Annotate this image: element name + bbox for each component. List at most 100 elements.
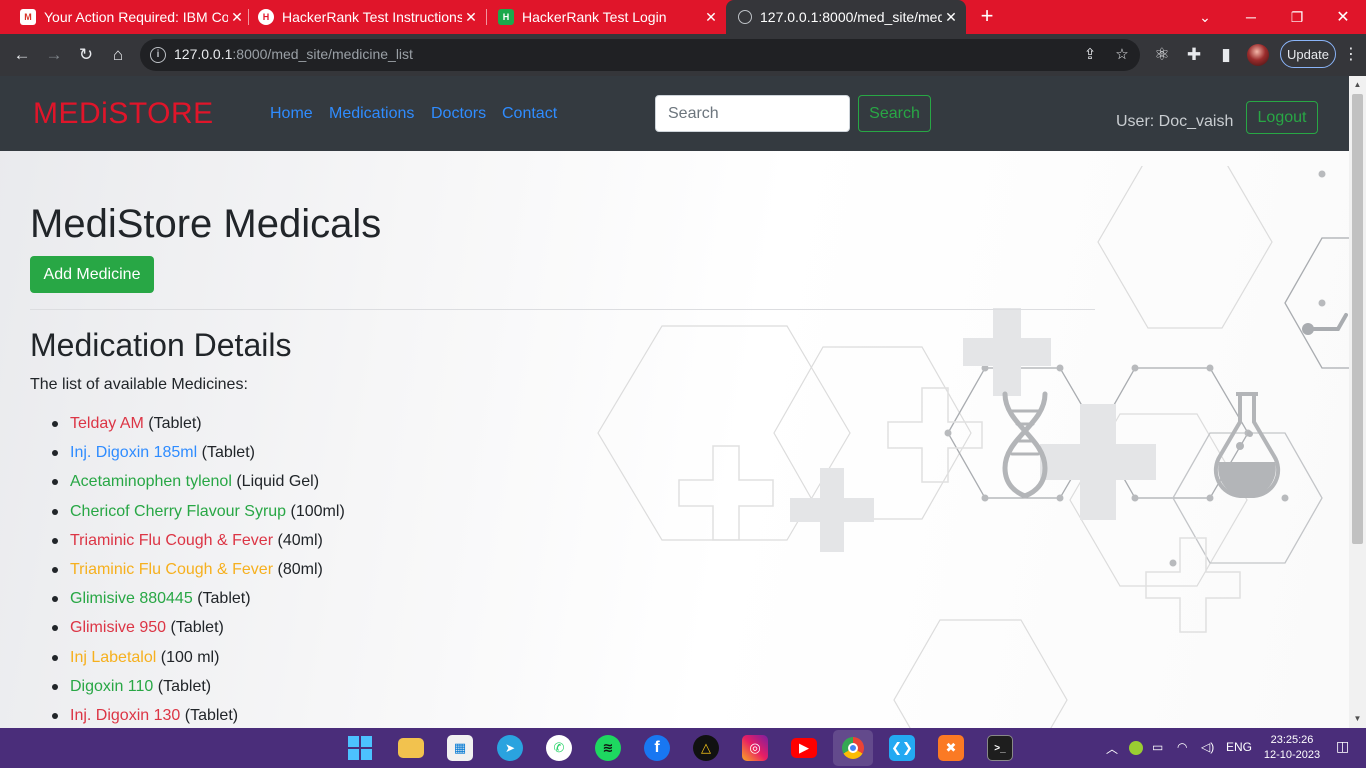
bookmark-star-icon[interactable]: ☆ <box>1112 45 1132 65</box>
terminal-icon[interactable]: >_ <box>987 735 1013 761</box>
medicine-link[interactable]: Inj. Digoxin 130 <box>70 707 180 724</box>
url-text[interactable]: 127.0.0.1:8000/med_site/medicine_list <box>174 46 413 62</box>
medical-background-graphic <box>597 166 1349 728</box>
profile-avatar[interactable] <box>1247 44 1269 66</box>
add-medicine-button[interactable]: Add Medicine <box>30 256 154 293</box>
tab-title: 127.0.0.1:8000/med_site/medi <box>760 9 942 25</box>
site-navbar: MEDiSTORE Home Medications Doctors Conta… <box>0 76 1349 151</box>
file-explorer-icon[interactable] <box>398 738 424 758</box>
browser-tab-gmail[interactable]: M Your Action Required: IBM Co ✕ <box>14 0 246 34</box>
back-icon[interactable]: ← <box>10 43 34 67</box>
browser-toolbar: ← → ↻ ⌂ i 127.0.0.1:8000/med_site/medici… <box>0 34 1366 76</box>
medicine-form: (Tablet) <box>170 619 224 637</box>
browser-tab-hackerrank-instructions[interactable]: H HackerRank Test Instructions ✕ <box>252 0 480 34</box>
address-bar[interactable]: i 127.0.0.1:8000/med_site/medicine_list … <box>140 39 1140 71</box>
flask-icon <box>1213 392 1281 498</box>
medicine-link[interactable]: Telday AM <box>70 415 144 432</box>
nav-link-medications[interactable]: Medications <box>329 105 414 123</box>
telegram-icon[interactable]: ➤ <box>497 735 523 761</box>
close-tab-icon[interactable]: ✕ <box>462 9 480 26</box>
instagram-icon[interactable]: ◎ <box>742 735 768 761</box>
medicine-link[interactable]: Chericof Cherry Flavour Syrup <box>70 503 286 520</box>
site-brand-logo[interactable]: MEDiSTORE <box>33 97 214 131</box>
medicine-link[interactable]: Glimisive 950 <box>70 619 166 636</box>
forward-icon[interactable]: → <box>42 43 66 67</box>
list-item: Glimisive 880445 (Tablet) <box>52 589 345 618</box>
nav-link-doctors[interactable]: Doctors <box>431 105 486 123</box>
scroll-up-icon[interactable]: ▲ <box>1353 80 1362 89</box>
windows-taskbar: ▦ ➤ ✆ ≋ f △ ◎ ▶ ❮❯ ✖ >_ ︿ ▭ ◠ ◁) ENG 23:… <box>0 728 1366 768</box>
list-item: Inj Labetalol (100 ml) <box>52 648 345 677</box>
windows-start-icon[interactable] <box>347 735 373 761</box>
medicine-link[interactable]: Digoxin 110 <box>70 678 153 695</box>
gmail-icon: M <box>20 9 36 25</box>
close-window-icon[interactable]: ✕ <box>1320 0 1366 34</box>
taskbar-clock[interactable]: 23:25:26 12-10-2023 <box>1260 733 1324 763</box>
show-hidden-icons[interactable]: ︿ <box>1106 740 1118 757</box>
extensions-icon[interactable]: ✚ <box>1182 43 1206 67</box>
language-indicator[interactable]: ENG <box>1226 740 1252 754</box>
browser-tab-hackerrank-login[interactable]: H HackerRank Test Login ✕ <box>492 0 720 34</box>
spotify-icon[interactable]: ≋ <box>595 735 621 761</box>
minimize-icon[interactable]: ─ <box>1228 0 1274 34</box>
restore-icon[interactable]: ❐ <box>1274 0 1320 34</box>
wifi-icon[interactable]: ◠ <box>1177 740 1187 754</box>
browser-tab-medicine-list[interactable]: 127.0.0.1:8000/med_site/medi ✕ <box>726 0 966 34</box>
medicine-form: (Liquid Gel) <box>236 473 320 491</box>
tray-app-icon[interactable] <box>1129 741 1143 755</box>
search-button[interactable]: Search <box>858 95 931 132</box>
medicine-link[interactable]: Triaminic Flu Cough & Fever <box>70 561 273 578</box>
notifications-icon[interactable]: ◫ <box>1336 738 1349 755</box>
medicine-link[interactable]: Glimisive 880445 <box>70 590 193 607</box>
medicine-link[interactable]: Triaminic Flu Cough & Fever <box>70 532 273 549</box>
facebook-icon[interactable]: f <box>644 735 670 761</box>
tab-title: HackerRank Test Instructions <box>282 9 462 25</box>
update-button[interactable]: Update <box>1280 40 1336 68</box>
volume-icon[interactable]: ◁) <box>1201 740 1214 754</box>
site-info-icon[interactable]: i <box>150 47 166 63</box>
close-tab-icon[interactable]: ✕ <box>228 9 246 26</box>
battery-icon[interactable]: ▭ <box>1152 740 1163 754</box>
logout-button[interactable]: Logout <box>1246 101 1318 134</box>
tab-separator <box>248 9 249 25</box>
nav-link-home[interactable]: Home <box>270 105 313 123</box>
youtube-icon[interactable]: ▶ <box>791 738 817 758</box>
globe-icon <box>738 10 752 24</box>
menu-kebab-icon[interactable]: ⋮ <box>1343 43 1359 67</box>
url-path: :8000/med_site/medicine_list <box>232 46 413 62</box>
close-tab-icon[interactable]: ✕ <box>702 9 720 26</box>
whatsapp-icon[interactable]: ✆ <box>546 735 572 761</box>
list-item: Acetaminophen tylenol (Liquid Gel) <box>52 472 345 501</box>
medicine-form: (Tablet) <box>184 706 239 724</box>
scroll-down-icon[interactable]: ▼ <box>1353 714 1362 723</box>
medicine-form: (Tablet) <box>201 444 255 462</box>
list-item: Glimisive 950 (Tablet) <box>52 618 345 647</box>
tab-search-icon[interactable]: ⌄ <box>1182 0 1228 34</box>
google-drive-icon[interactable]: △ <box>693 735 719 761</box>
page-scrollbar[interactable]: ▲ ▼ <box>1349 76 1366 728</box>
intro-text: The list of available Medicines: <box>30 376 248 393</box>
chrome-icon[interactable] <box>833 730 873 766</box>
medicine-form: (100ml) <box>290 502 345 520</box>
tab-title: Your Action Required: IBM Co <box>44 9 228 25</box>
microsoft-store-icon[interactable]: ▦ <box>447 735 473 761</box>
page-title: MediStore Medicals <box>30 202 382 246</box>
xampp-icon[interactable]: ✖ <box>938 735 964 761</box>
user-label: User: Doc_vaish <box>1116 113 1234 130</box>
react-devtools-icon[interactable]: ⚛ <box>1150 43 1174 67</box>
share-icon[interactable]: ⇪ <box>1080 45 1100 65</box>
nav-link-contact[interactable]: Contact <box>502 105 557 123</box>
close-tab-icon[interactable]: ✕ <box>942 9 960 26</box>
hackerrank-icon: H <box>498 9 514 25</box>
medicine-form: (Tablet) <box>157 677 212 695</box>
new-tab-icon[interactable]: + <box>976 5 998 29</box>
medicine-link[interactable]: Inj Labetalol <box>70 649 156 666</box>
scrollbar-thumb[interactable] <box>1352 94 1363 544</box>
home-icon[interactable]: ⌂ <box>106 43 130 67</box>
medicine-link[interactable]: Inj. Digoxin 185ml <box>70 444 197 461</box>
search-input[interactable] <box>655 95 850 132</box>
medicine-link[interactable]: Acetaminophen tylenol <box>70 473 232 490</box>
reload-icon[interactable]: ↻ <box>74 43 98 67</box>
side-panel-icon[interactable]: ▮ <box>1214 43 1238 67</box>
vscode-icon[interactable]: ❮❯ <box>889 735 915 761</box>
